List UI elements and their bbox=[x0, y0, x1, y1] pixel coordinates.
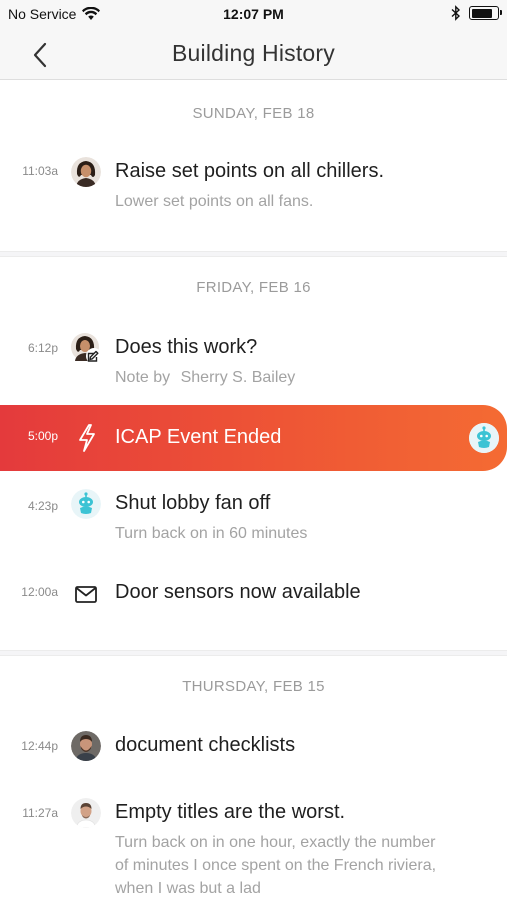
entry-time: 4:23p bbox=[27, 499, 58, 513]
status-bar-time: 12:07 PM bbox=[223, 6, 284, 22]
status-bar: No Service 12:07 PM bbox=[0, 0, 507, 30]
entry-subtitle-line: Turn back on in one hour, exactly the nu… bbox=[115, 834, 436, 851]
avatar-man-beard-icon bbox=[71, 731, 101, 761]
entry-note: Note by Sherry S. Bailey bbox=[115, 366, 475, 389]
entry-subtitle: Lower set points on all fans. bbox=[115, 193, 314, 210]
envelope-icon bbox=[75, 586, 97, 603]
entry-time: 12:44p bbox=[21, 739, 58, 753]
avatar-man-icon bbox=[71, 798, 101, 828]
status-bar-right bbox=[451, 5, 502, 21]
robot-icon bbox=[469, 423, 499, 453]
entry-subtitle: Turn back on in 60 minutes bbox=[115, 525, 308, 542]
bluetooth-icon bbox=[451, 5, 461, 21]
entry-title: Door sensors now available bbox=[115, 581, 361, 603]
entry-time: 11:27a bbox=[22, 806, 58, 820]
entry-subtitle-line: when I was but a lad bbox=[115, 880, 261, 897]
history-section-thursday: THURSDAY, FEB 15 12:44p document checkli… bbox=[0, 656, 507, 900]
history-section-sunday: SUNDAY, FEB 18 11:03a Raise set points o… bbox=[0, 81, 507, 251]
history-entry[interactable]: 11:27a Empty titles are the worst. Turn … bbox=[0, 798, 507, 900]
battery-icon bbox=[469, 6, 502, 20]
date-header: FRIDAY, FEB 16 bbox=[196, 279, 311, 296]
date-header: SUNDAY, FEB 18 bbox=[192, 105, 315, 122]
battery-level bbox=[471, 8, 492, 18]
entry-title: ICAP Event Ended bbox=[115, 426, 282, 448]
history-entry[interactable]: 12:44p document checklists bbox=[0, 731, 507, 771]
date-header: THURSDAY, FEB 15 bbox=[182, 678, 325, 695]
history-entry[interactable]: 4:23p Shut lobby fan off Turn back on in… bbox=[0, 489, 507, 549]
avatar-woman-icon bbox=[71, 157, 101, 187]
entry-title: Does this work? bbox=[115, 336, 258, 358]
entry-title: Shut lobby fan off bbox=[115, 492, 271, 514]
history-entry[interactable]: 12:00a Door sensors now available bbox=[0, 579, 507, 619]
page-title: Building History bbox=[172, 40, 335, 66]
entry-time: 5:00p bbox=[27, 429, 58, 443]
entry-time: 11:03a bbox=[22, 164, 58, 178]
note-author[interactable]: Sherry S. Bailey bbox=[181, 369, 296, 386]
history-entry[interactable]: 6:12p Does this work? Note by Sherry S. … bbox=[0, 333, 507, 393]
note-prefix: Note by bbox=[115, 369, 171, 386]
navigation-bar: Building History bbox=[0, 30, 507, 80]
entry-subtitle: Turn back on in one hour, exactly the nu… bbox=[115, 831, 495, 900]
entry-title: Raise set points on all chillers. bbox=[115, 160, 385, 182]
entry-title: Empty titles are the worst. bbox=[115, 801, 346, 823]
lightning-bolt-icon bbox=[79, 424, 95, 452]
entry-time: 6:12p bbox=[27, 341, 58, 355]
entry-time: 12:00a bbox=[21, 585, 58, 599]
avatar-woman-note-icon bbox=[71, 333, 102, 364]
entry-subtitle-line: of minutes I once spent on the French ri… bbox=[115, 857, 437, 874]
robot-icon bbox=[71, 489, 101, 519]
history-entry[interactable]: 11:03a Raise set points on all chillers.… bbox=[0, 155, 507, 225]
icap-event-row[interactable]: 5:00p ICAP Event Ended bbox=[0, 405, 507, 471]
entry-title: document checklists bbox=[115, 734, 296, 756]
